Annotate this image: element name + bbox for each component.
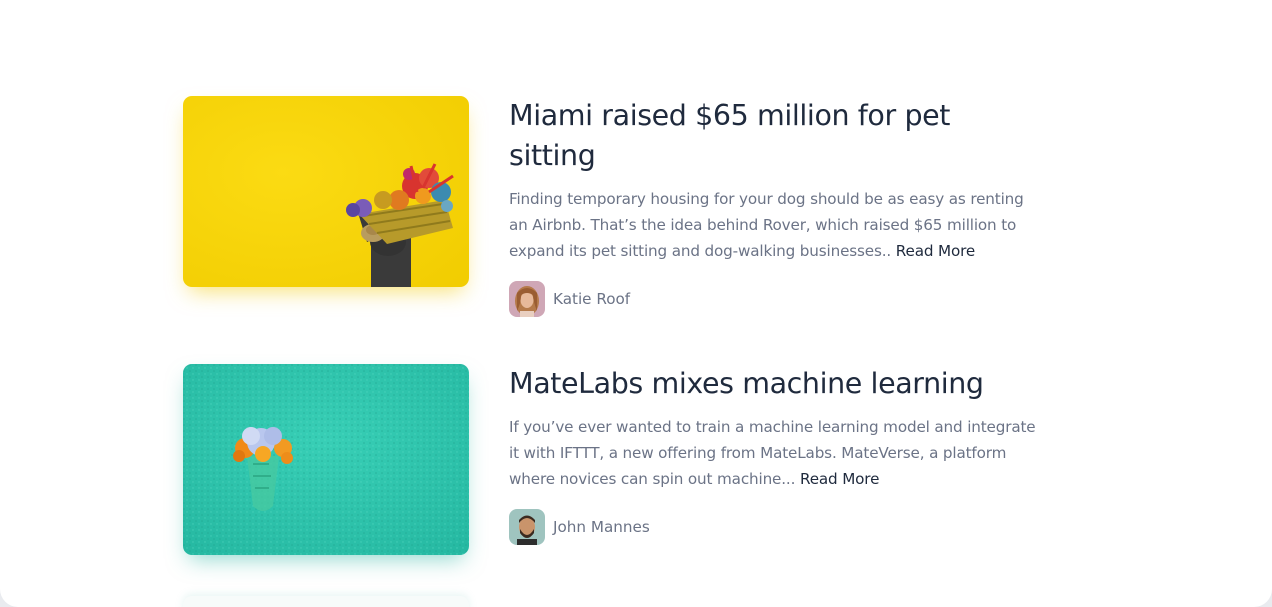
excerpt-text: If you’ve ever wanted to train a machine… bbox=[509, 418, 1036, 488]
author-row: Katie Roof bbox=[509, 281, 1039, 317]
article-image[interactable] bbox=[183, 96, 469, 287]
article-image[interactable] bbox=[183, 364, 469, 555]
article-image-partial bbox=[183, 596, 469, 607]
read-more-link[interactable]: Read More bbox=[800, 470, 879, 488]
read-more-link[interactable]: Read More bbox=[896, 242, 975, 260]
blog-post-list: Miami raised $65 million for pet sitting… bbox=[0, 0, 1272, 607]
author-avatar[interactable] bbox=[509, 509, 545, 545]
article-title[interactable]: MateLabs mixes machine learning bbox=[509, 364, 1039, 404]
author-avatar[interactable] bbox=[509, 281, 545, 317]
author-name[interactable]: John Mannes bbox=[553, 518, 650, 536]
article-title[interactable]: Miami raised $65 million for pet sitting bbox=[509, 96, 989, 176]
article-excerpt: If you’ve ever wanted to train a machine… bbox=[509, 414, 1039, 492]
article-excerpt: Finding temporary housing for your dog s… bbox=[509, 186, 1039, 264]
flower-vase-photo-icon bbox=[183, 364, 469, 555]
flower-basket-photo-icon bbox=[183, 96, 469, 287]
avatar-man-icon bbox=[509, 509, 545, 545]
article-content: MateLabs mixes machine learning If you’v… bbox=[509, 364, 1039, 545]
avatar-woman-icon bbox=[509, 281, 545, 317]
author-row: John Mannes bbox=[509, 509, 1039, 545]
article-content: Miami raised $65 million for pet sitting… bbox=[509, 96, 1039, 317]
author-name[interactable]: Katie Roof bbox=[553, 290, 630, 308]
